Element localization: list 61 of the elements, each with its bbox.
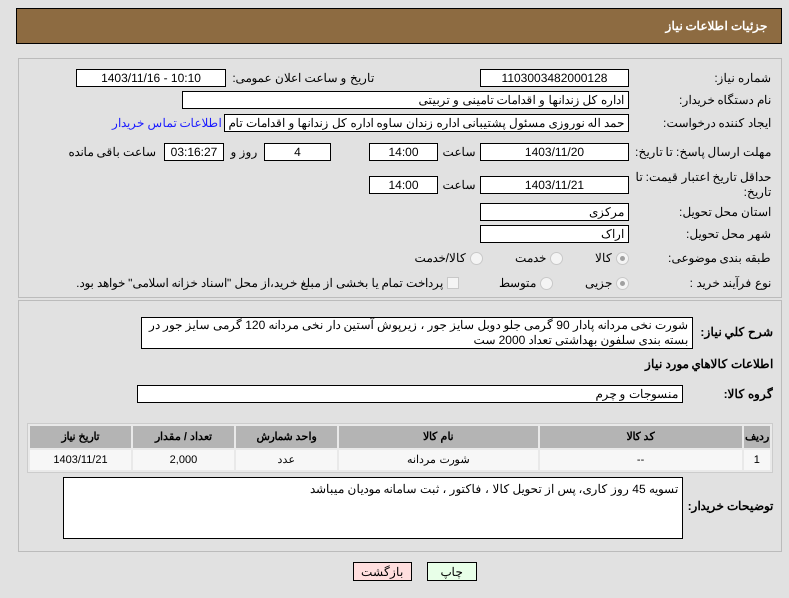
- text-field[interactable]: 1103003482000128: [480, 69, 629, 87]
- column-header: نام کالا: [338, 426, 538, 448]
- table-cell: --: [540, 450, 742, 470]
- column-header: تعداد / مقدار: [132, 426, 234, 448]
- text-field[interactable]: منسوجات و چرم: [137, 385, 683, 403]
- text-field[interactable]: اراک: [480, 225, 629, 243]
- field-label: تاریخ و ساعت اعلان عمومی:: [231, 70, 374, 86]
- contact-link[interactable]: اطلاعات تماس خریدار: [112, 114, 222, 132]
- print-button[interactable]: چاپ: [426, 562, 476, 581]
- field-label: خدمت: [515, 250, 546, 266]
- field-label: مهلت ارسال پاسخ: تا تاریخ:: [634, 144, 771, 160]
- field-label: متوسط: [499, 276, 536, 290]
- text-field[interactable]: 1403/11/21: [480, 176, 629, 194]
- text-field[interactable]: اداره کل زندانها و اقدامات تامینی و تربیتی: [182, 91, 629, 109]
- field-label: کالا/خدمت: [414, 250, 466, 266]
- table-cell: 1403/11/21: [30, 450, 131, 470]
- field-label: ایجاد کننده درخواست:: [662, 116, 771, 130]
- radio-button[interactable]: [540, 276, 553, 290]
- back-button[interactable]: بازگشت: [352, 562, 412, 581]
- countdown-field[interactable]: 03:16:27: [164, 143, 224, 161]
- field-label: ساعت: [442, 144, 476, 160]
- field-label: شرح کلي نياز:: [699, 325, 773, 340]
- text-field[interactable]: مرکزی: [480, 203, 629, 221]
- column-header: تاریخ نیاز: [30, 426, 131, 448]
- notes-box[interactable]: تسویه 45 روز کاری، پس از تحویل کالا ، فاکتور ، ثبت سامانه مودیان میباشد: [63, 477, 683, 539]
- text-field[interactable]: 1403/11/20: [480, 143, 629, 161]
- text-field[interactable]: 14:00: [369, 176, 438, 194]
- column-header: کد کالا: [540, 426, 742, 448]
- radio-button[interactable]: [550, 252, 563, 264]
- field-label: کالا: [595, 250, 612, 266]
- field-label: جزیی: [585, 276, 612, 290]
- field-label: استان محل تحویل:: [678, 204, 771, 220]
- table-cell: 2,000: [132, 450, 234, 470]
- field-label: طبقه بندی موضوعی:: [666, 250, 771, 266]
- field-label: روز و: [229, 144, 259, 160]
- field-label: پرداخت تمام یا بخشی از مبلغ خرید،از محل "اسناد خزانه اسلامی" خواهد بود.: [76, 276, 443, 290]
- section-title: اطلاعات كالاهاي مورد نياز: [644, 356, 773, 373]
- text-field[interactable]: حمد اله نوروزی مسئول پشتیبانی اداره زندان ساوه اداره کل زندانها و اقدامات تام: [224, 114, 629, 132]
- field-label: شماره نیاز:: [713, 70, 771, 86]
- checkbox[interactable]: [447, 277, 459, 289]
- field-label: توضیحات خریدار:: [686, 499, 773, 514]
- radio-button[interactable]: [616, 252, 629, 264]
- radio-button[interactable]: [616, 276, 629, 290]
- radio-button[interactable]: [470, 252, 483, 264]
- field-label: حداقل تاریخ اعتبار قیمت: تا تاریخ:: [634, 170, 771, 200]
- field-label: نام دستگاه خریدار:: [678, 92, 771, 108]
- text-field[interactable]: 1403/11/16 - 10:10: [76, 69, 226, 87]
- table-cell: عدد: [236, 450, 337, 470]
- field-label: نوع فرآیند خرید :: [688, 276, 771, 290]
- description-box[interactable]: شورت نخی مردانه پادار 90 گرمی جلو دوبل سایز جور ، زیرپوش آستین دار نخی مردانه 120 گرمی سایز جور در بسته بندی سلفون بهداشتی تعداد 2000 ست: [141, 317, 693, 349]
- field-label: ساعت: [442, 178, 476, 192]
- page-title: جزئیات اطلاعات نیاز: [665, 18, 767, 35]
- table-cell: شورت مردانه: [338, 450, 538, 470]
- text-field[interactable]: 4: [264, 143, 331, 161]
- field-label: شهر محل تحویل:: [684, 226, 771, 242]
- column-header: واحد شمارش: [236, 426, 337, 448]
- field-label: ساعت باقی مانده: [68, 144, 156, 160]
- column-header: ردیف: [744, 426, 770, 448]
- text-field[interactable]: 14:00: [369, 143, 438, 161]
- table-cell: 1: [744, 450, 770, 470]
- field-label: گروه کالا:: [722, 386, 773, 402]
